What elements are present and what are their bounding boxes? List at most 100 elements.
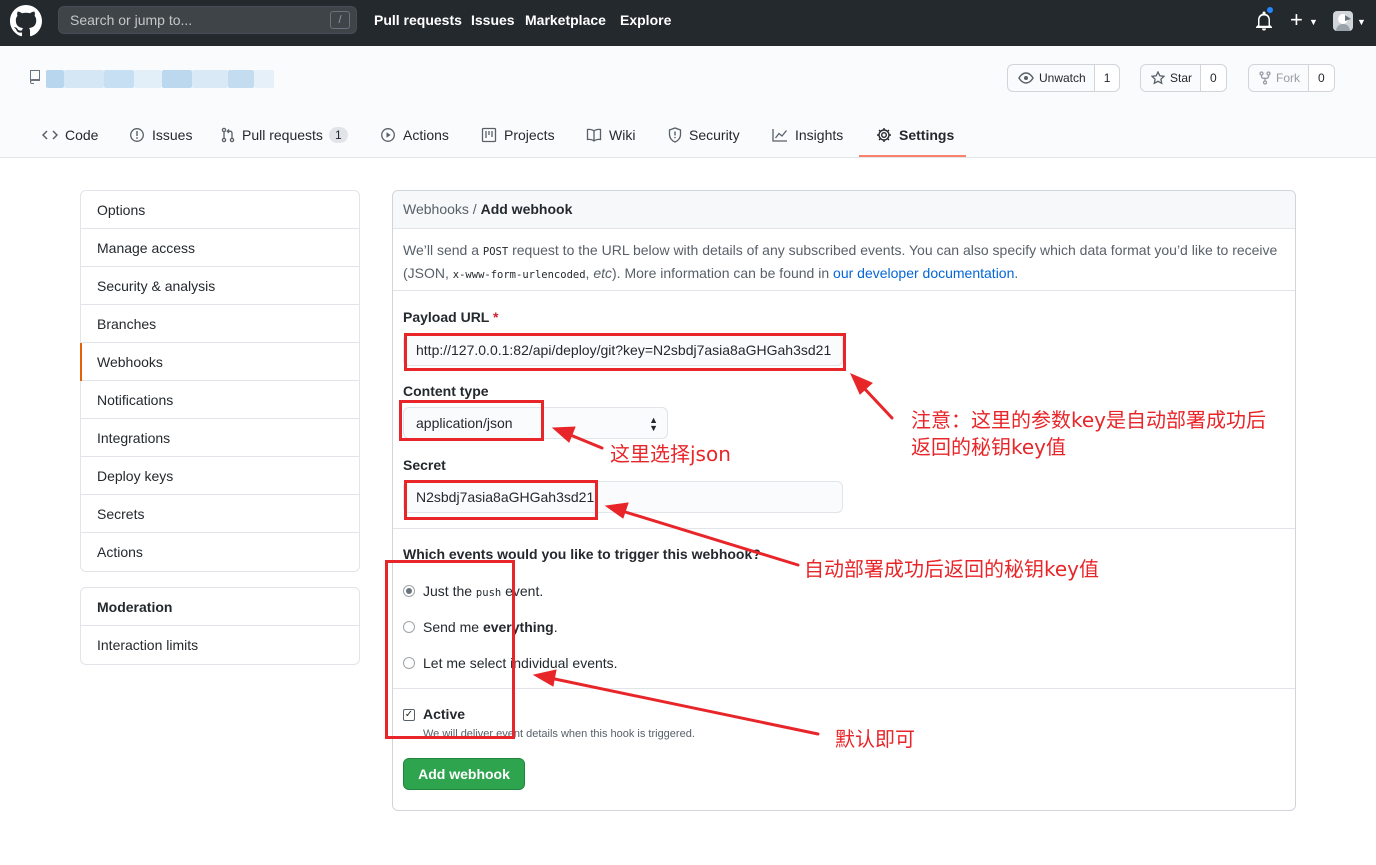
annotation-payload-line-2: 返回的秘钥key值 [911,435,1067,459]
intro-part: We’ll send a [403,242,483,258]
payload-url-label: Payload URL * [403,309,498,325]
unwatch-button[interactable]: Unwatch [1008,65,1095,91]
add-webhook-button[interactable]: Add webhook [403,758,525,790]
tab-security[interactable]: Security [668,112,740,158]
divider [393,290,1295,291]
payload-url-label-text: Payload URL [403,309,490,325]
menu-item-manage-access[interactable]: Manage access [81,229,359,267]
annotation-content-type-note: 这里选择json [610,442,731,466]
annotation-box-payload-url [404,333,846,371]
menu-item-interaction-limits[interactable]: Interaction limits [81,626,359,664]
user-menu-caret-icon[interactable]: ▼ [1357,17,1366,27]
issue-opened-icon [130,128,144,142]
code-icon [42,130,58,140]
tab-insights[interactable]: Insights [772,112,843,158]
annotation-default-note: 默认即可 [835,727,915,751]
intro-text: We’ll send a POST request to the URL bel… [403,240,1283,286]
divider [393,688,1295,689]
play-icon [381,128,395,142]
selected-tab-underline [859,155,966,157]
settings-menu: Options Manage access Security & analysi… [80,190,360,572]
annotation-box-secret [404,480,598,520]
tab-wiki[interactable]: Wiki [586,112,635,158]
menu-item-branches[interactable]: Branches [81,305,359,343]
tab-settings-label: Settings [899,127,955,143]
watchers-count[interactable]: 1 [1094,65,1120,91]
annotation-secret-note: 自动部署成功后返回的秘钥key值 [804,557,1100,581]
menu-item-security-analysis[interactable]: Security & analysis [81,267,359,305]
breadcrumb-separator: / [468,201,481,217]
tab-actions-label: Actions [403,127,449,143]
breadcrumb: Webhooks / Add webhook [393,191,1295,229]
graph-icon [772,129,788,142]
repo-icon [30,70,40,84]
fork-label: Fork [1276,71,1300,85]
shield-icon [668,127,682,143]
watch-button-group: Unwatch 1 [1007,64,1121,92]
gear-icon [877,128,891,142]
tab-wiki-label: Wiki [609,127,636,143]
tab-issues-label: Issues [152,127,193,143]
intro-part: ). More information can be found in [612,265,834,281]
book-icon [586,128,602,142]
tab-issues[interactable]: Issues [129,112,192,158]
menu-item-webhooks[interactable]: Webhooks [80,343,359,381]
menu-item-secrets[interactable]: Secrets [81,495,359,533]
moderation-menu: Moderation Interaction limits [80,587,360,665]
create-new-icon[interactable]: + [1290,9,1303,31]
intro-part: . [1014,265,1019,281]
divider [393,528,1295,529]
nav-pull-requests[interactable]: Pull requests [374,12,462,28]
nav-explore[interactable]: Explore [620,12,671,28]
required-mark: * [493,309,499,325]
intro-format-code: x-www-form-urlencoded [452,269,586,281]
stars-count[interactable]: 0 [1201,65,1226,91]
annotation-payload-note: 注意：这里的参数key是自动部署成功后 返回的秘钥key值 [911,407,1266,461]
breadcrumb-current: Add webhook [480,201,573,217]
menu-item-actions[interactable]: Actions [81,533,359,571]
developer-docs-link[interactable]: our developer documentation [833,265,1014,281]
tab-projects[interactable]: Projects [481,112,555,158]
search-shortcut-hint: / [330,11,350,29]
tab-actions[interactable]: Actions [380,112,449,158]
menu-item-deploy-keys[interactable]: Deploy keys [81,457,359,495]
menu-item-options[interactable]: Options [81,191,359,229]
select-arrows-icon: ▲ ▼ [649,415,658,433]
forks-count[interactable]: 0 [1309,65,1334,91]
star-label: Star [1170,71,1193,85]
create-caret-icon[interactable]: ▼ [1309,17,1318,27]
nav-issues[interactable]: Issues [471,12,515,28]
tab-pull-requests-label: Pull requests [242,127,323,143]
intro-etc: etc [593,265,613,281]
fork-icon [1259,71,1271,85]
user-avatar[interactable] [1333,11,1353,31]
global-header: Search or jump to... / Pull requests Iss… [0,0,1376,46]
star-button-group: Star 0 [1140,64,1227,92]
annotation-box-events [385,560,515,739]
pull-request-icon [221,127,235,143]
nav-marketplace[interactable]: Marketplace [525,12,606,28]
radio-everything-text: . [553,619,558,635]
tab-code-label: Code [65,127,99,143]
tab-settings[interactable]: Settings [876,112,954,158]
menu-item-notifications[interactable]: Notifications [81,381,359,419]
github-logo-icon[interactable] [10,5,42,37]
intro-post-code: POST [482,246,509,258]
tab-projects-label: Projects [504,127,555,143]
menu-item-integrations[interactable]: Integrations [81,419,359,457]
tab-pull-requests[interactable]: Pull requests 1 [221,112,348,158]
unwatch-label: Unwatch [1039,71,1086,85]
star-button[interactable]: Star [1141,65,1202,91]
eye-icon [1018,72,1034,84]
star-icon [1151,71,1165,85]
tab-code[interactable]: Code [42,112,98,158]
secret-label: Secret [403,457,446,473]
tab-insights-label: Insights [795,127,844,143]
search-input[interactable]: Search or jump to... [58,6,357,34]
unread-notification-dot [1265,5,1275,15]
content-type-label: Content type [403,383,489,399]
breadcrumb-webhooks-link[interactable]: Webhooks [403,201,469,217]
fork-button-group: Fork 0 [1248,64,1335,92]
project-icon [481,127,497,143]
fork-button[interactable]: Fork [1249,65,1309,91]
